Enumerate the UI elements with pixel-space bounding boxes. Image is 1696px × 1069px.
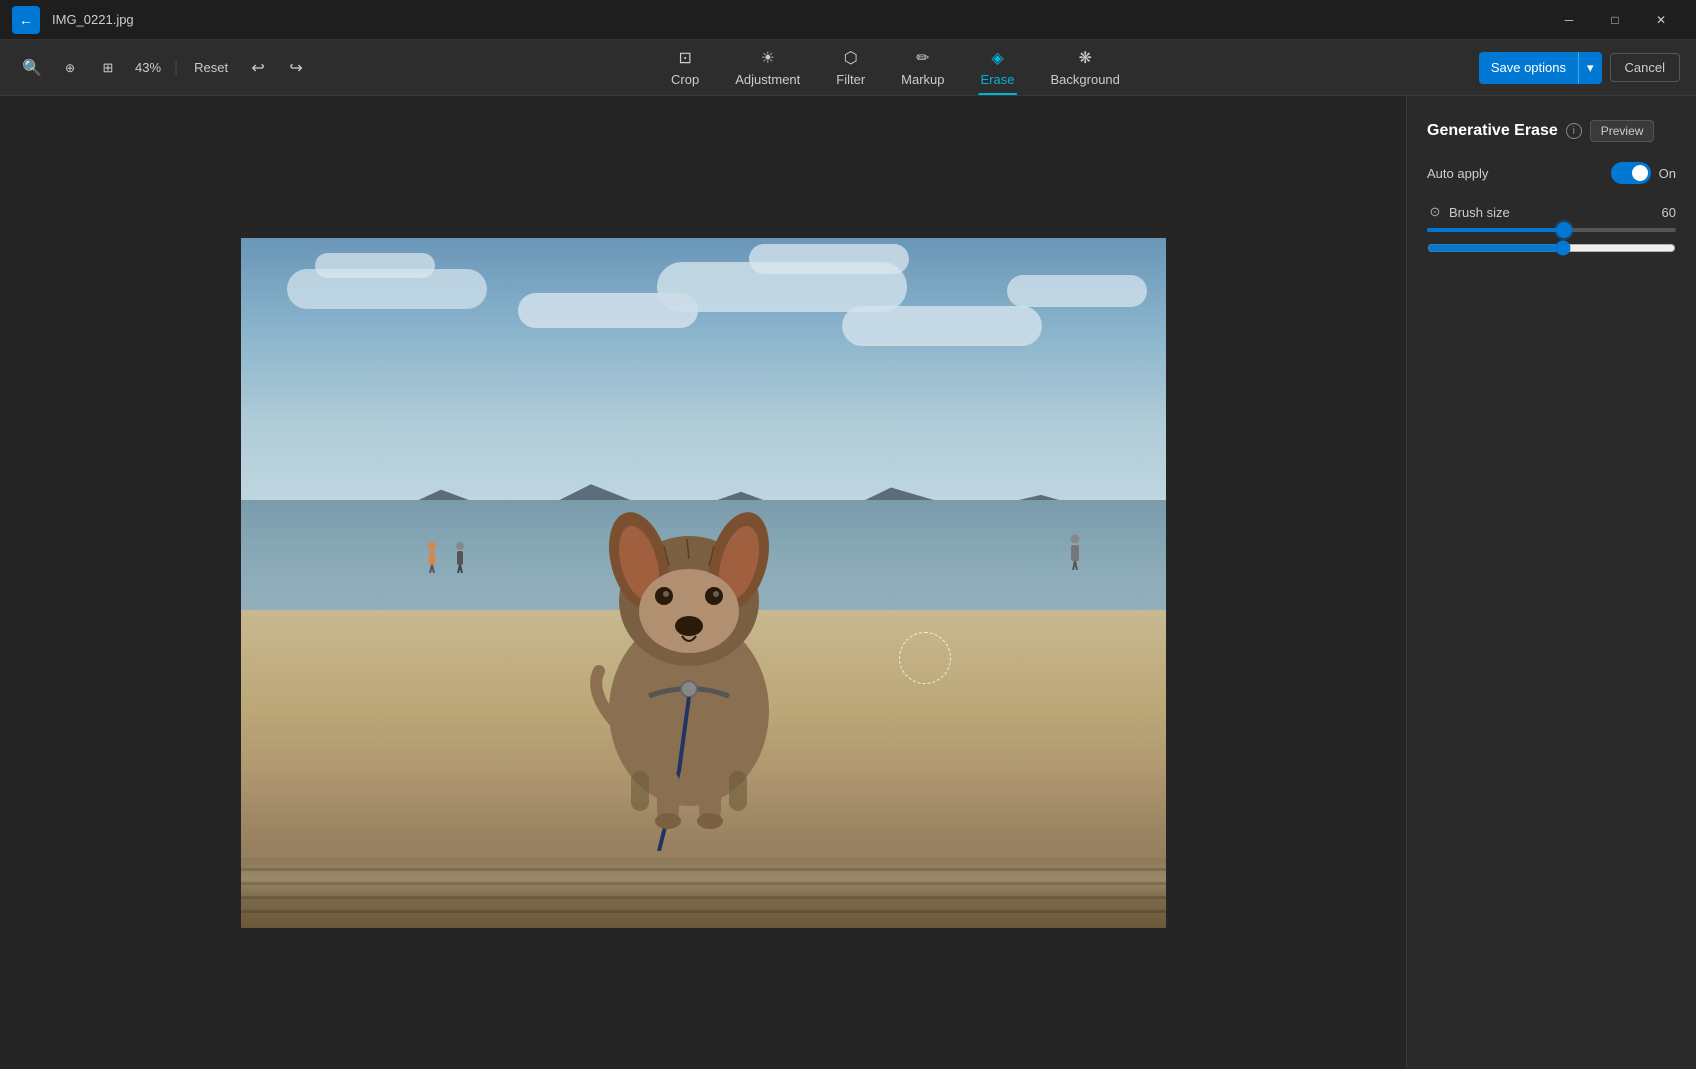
crop-label: Crop	[671, 72, 699, 87]
slider-fill	[1427, 228, 1564, 232]
titlebar: ← IMG_0221.jpg ─ □ ✕	[0, 0, 1696, 40]
slider-thumb	[1556, 222, 1572, 238]
toolbar-right: Save options ▾ Cancel	[1479, 52, 1680, 84]
zoom-level: 43%	[130, 60, 166, 75]
tab-markup[interactable]: ✏ Markup	[885, 44, 960, 91]
zoom-out-icon: 🔍	[22, 58, 42, 78]
toggle-state-label: On	[1659, 166, 1676, 181]
dog-figure	[549, 431, 829, 851]
save-options-arrow-icon: ▾	[1579, 52, 1602, 84]
toggle-container: On	[1611, 162, 1676, 184]
titlebar-left: ← IMG_0221.jpg	[12, 6, 134, 34]
adjustment-icon: ☀	[761, 48, 775, 68]
fit-button[interactable]: ⊞	[92, 52, 124, 84]
right-panel: Generative Erase i Preview Auto apply On…	[1406, 96, 1696, 1069]
filter-icon: ⬡	[844, 48, 858, 68]
brush-size-slider-container	[1427, 228, 1676, 261]
erase-icon: ◈	[991, 48, 1003, 68]
auto-apply-row: Auto apply On	[1427, 162, 1676, 184]
brush-icon: ⊙	[1427, 204, 1443, 220]
maximize-button[interactable]: □	[1592, 0, 1638, 40]
panel-header: Generative Erase i Preview	[1427, 120, 1676, 142]
wood-grain-2	[241, 882, 1166, 885]
cloud-5	[749, 244, 909, 274]
main-content: Generative Erase i Preview Auto apply On…	[0, 96, 1696, 1069]
wood-layer	[241, 858, 1166, 928]
background-people	[426, 541, 466, 573]
background-icon: ❋	[1078, 48, 1091, 68]
toolbar-left: 🔍 ⊕ ⊞ 43% | Reset ↩ ↪	[16, 52, 312, 84]
close-button[interactable]: ✕	[1638, 0, 1684, 40]
person-1-icon	[426, 541, 438, 573]
canvas-area[interactable]	[0, 96, 1406, 1069]
wood-grain-3	[241, 896, 1166, 899]
cloud-7	[1007, 275, 1147, 307]
image-container	[241, 238, 1166, 928]
info-icon[interactable]: i	[1566, 123, 1582, 139]
redo-button[interactable]: ↪	[280, 52, 312, 84]
brush-size-slider[interactable]	[1427, 240, 1676, 256]
window-controls: ─ □ ✕	[1546, 0, 1684, 40]
auto-apply-label: Auto apply	[1427, 166, 1488, 181]
background-label: Background	[1051, 72, 1120, 87]
brush-size-value: 60	[1662, 205, 1676, 220]
cloud-6	[842, 306, 1042, 346]
adjustment-label: Adjustment	[735, 72, 800, 87]
zoom-in-button[interactable]: ⊕	[54, 52, 86, 84]
save-options-button[interactable]: Save options ▾	[1479, 52, 1602, 84]
toolbar-center: ⊡ Crop ☀ Adjustment ⬡ Filter ✏ Markup ◈ …	[320, 44, 1471, 91]
fit-icon: ⊞	[103, 60, 114, 76]
tab-background[interactable]: ❋ Background	[1035, 44, 1136, 91]
brush-cursor	[899, 632, 951, 684]
crop-icon: ⊡	[678, 48, 691, 68]
auto-apply-toggle[interactable]	[1611, 162, 1651, 184]
brush-size-label: Brush size	[1449, 205, 1510, 220]
undo-button[interactable]: ↩	[242, 52, 274, 84]
filter-label: Filter	[836, 72, 865, 87]
background-person-right	[1068, 534, 1082, 575]
filename-label: IMG_0221.jpg	[52, 12, 134, 27]
markup-icon: ✏	[916, 48, 929, 68]
panel-title: Generative Erase	[1427, 122, 1558, 140]
zoom-out-button[interactable]: 🔍	[16, 52, 48, 84]
wood-grain-4	[241, 910, 1166, 913]
preview-button[interactable]: Preview	[1590, 120, 1655, 142]
wood-grain-1	[241, 868, 1166, 871]
undo-icon: ↩	[251, 58, 264, 78]
toggle-thumb	[1632, 165, 1648, 181]
tab-adjustment[interactable]: ☀ Adjustment	[719, 44, 816, 91]
markup-label: Markup	[901, 72, 944, 87]
back-icon: ←	[19, 12, 33, 28]
cancel-button[interactable]: Cancel	[1610, 53, 1680, 82]
toolbar: 🔍 ⊕ ⊞ 43% | Reset ↩ ↪ ⊡ Crop ☀ Adjustmen…	[0, 40, 1696, 96]
brush-label-container: ⊙ Brush size	[1427, 204, 1510, 220]
tab-crop[interactable]: ⊡ Crop	[655, 44, 715, 91]
minimize-button[interactable]: ─	[1546, 0, 1592, 40]
reset-button[interactable]: Reset	[186, 56, 236, 79]
erase-label: Erase	[981, 72, 1015, 87]
back-button[interactable]: ←	[12, 6, 40, 34]
redo-icon: ↪	[289, 58, 302, 78]
cloud-2	[315, 253, 435, 278]
person-2-icon	[454, 541, 466, 573]
save-options-label: Save options	[1479, 52, 1579, 84]
slider-track	[1427, 228, 1676, 232]
tab-filter[interactable]: ⬡ Filter	[820, 44, 881, 91]
zoom-in-icon: ⊕	[65, 61, 75, 75]
brush-size-row: ⊙ Brush size 60	[1427, 204, 1676, 220]
tab-erase[interactable]: ◈ Erase	[965, 44, 1031, 91]
person-3-icon	[1068, 534, 1082, 570]
